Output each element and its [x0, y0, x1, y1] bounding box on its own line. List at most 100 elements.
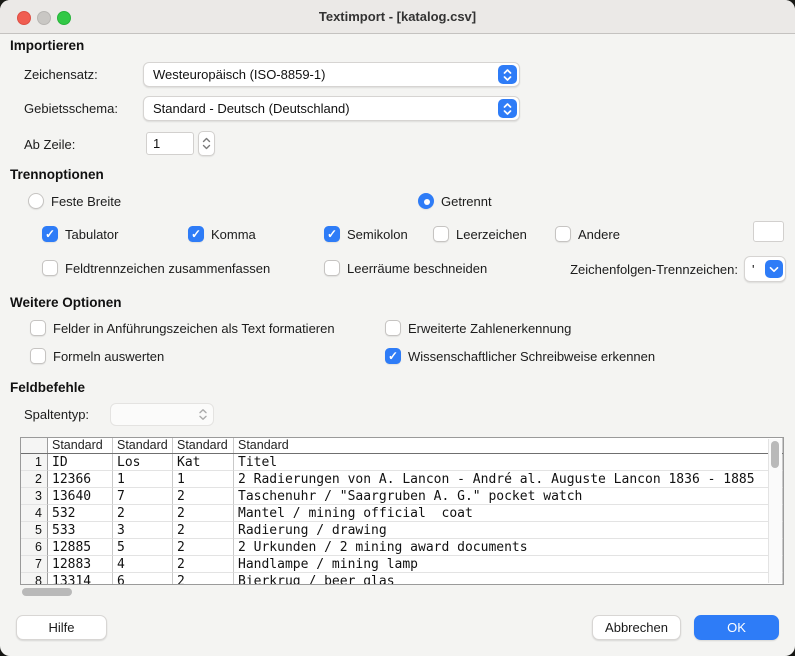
chevron-down-icon — [765, 260, 783, 278]
row-number: 6 — [21, 539, 48, 556]
help-button[interactable]: Hilfe — [16, 615, 107, 640]
chevron-down-icon — [202, 144, 211, 150]
checkbox-evaluate-formulas[interactable]: ✓ — [30, 348, 46, 364]
title-bar[interactable]: Textimport - [katalog.csv] — [0, 0, 795, 34]
table-cell: Bierkrug / beer glas — [234, 573, 783, 585]
checkmark-icon: ✓ — [388, 350, 398, 362]
desktop-backdrop: Textimport - [katalog.csv] Importieren Z… — [0, 0, 795, 656]
table-cell: Handlampe / mining lamp — [234, 556, 783, 573]
checkbox-trim-spaces[interactable]: ✓ — [324, 260, 340, 276]
table-cell: 7 — [113, 488, 173, 505]
table-cell: 2 — [173, 556, 234, 573]
section-other-options-heading: Weitere Optionen — [10, 295, 122, 310]
checkbox-other[interactable]: ✓ — [555, 226, 571, 242]
table-corner-cell — [21, 438, 48, 453]
table-cell: Kat — [173, 454, 234, 471]
section-fields-heading: Feldbefehle — [10, 380, 85, 395]
charset-select[interactable]: Westeuropäisch (ISO-8859-1) — [143, 62, 520, 87]
radio-fixed-width-label: Feste Breite — [51, 194, 121, 209]
table-row: 31364072Taschenuhr / "Saargruben A. G." … — [21, 488, 783, 505]
checkmark-icon: ✓ — [45, 228, 55, 240]
locale-label: Gebietsschema: — [24, 101, 118, 116]
radio-separated-label: Getrennt — [441, 194, 492, 209]
other-delimiter-input[interactable] — [753, 221, 784, 242]
table-header-row: StandardStandardStandardStandard — [21, 438, 783, 454]
from-row-input[interactable]: 1 — [146, 132, 194, 155]
cancel-button[interactable]: Abbrechen — [592, 615, 681, 640]
checkbox-trim-spaces-label: Leerräume beschneiden — [347, 261, 487, 276]
row-number: 2 — [21, 471, 48, 488]
table-cell: Los — [113, 454, 173, 471]
chevron-up-down-icon — [498, 65, 517, 84]
table-cell: 12885 — [48, 539, 113, 556]
checkbox-semicolon-label: Semikolon — [347, 227, 408, 242]
locale-select[interactable]: Standard - Deutsch (Deutschland) — [143, 96, 520, 121]
row-number: 5 — [21, 522, 48, 539]
string-delimiter-value: ' — [752, 257, 754, 281]
window-title: Textimport - [katalog.csv] — [0, 0, 795, 33]
column-type-header[interactable]: Standard — [173, 438, 234, 453]
checkbox-evaluate-formulas-label: Formeln auswerten — [53, 349, 164, 364]
table-cell: 12366 — [48, 471, 113, 488]
table-cell: 4 — [113, 556, 173, 573]
checkbox-semicolon[interactable]: ✓ — [324, 226, 340, 242]
ok-button[interactable]: OK — [694, 615, 779, 640]
checkbox-space-label: Leerzeichen — [456, 227, 527, 242]
table-cell: 2 — [173, 573, 234, 585]
horizontal-scrollbar-thumb[interactable] — [22, 588, 72, 596]
checkbox-other-label: Andere — [578, 227, 620, 242]
table-cell: 2 Urkunden / 2 mining award documents — [234, 539, 783, 556]
charset-value: Westeuropäisch (ISO-8859-1) — [153, 63, 325, 86]
table-row: 612885522 Urkunden / 2 mining award docu… — [21, 539, 783, 556]
from-row-label: Ab Zeile: — [24, 137, 75, 152]
section-import-heading: Importieren — [10, 38, 84, 53]
radio-separated[interactable] — [418, 193, 434, 209]
table-cell: 2 — [113, 505, 173, 522]
checkbox-tab[interactable]: ✓ — [42, 226, 58, 242]
table-cell: 1 — [113, 471, 173, 488]
checkmark-icon: ✓ — [191, 228, 201, 240]
checkbox-scientific-notation-label: Wissenschaftlicher Schreibweise erkennen — [408, 349, 655, 364]
table-cell: Mantel / mining official coat — [234, 505, 783, 522]
table-cell: 2 — [173, 539, 234, 556]
checkbox-space[interactable]: ✓ — [433, 226, 449, 242]
checkbox-comma[interactable]: ✓ — [188, 226, 204, 242]
charset-label: Zeichensatz: — [24, 67, 98, 82]
table-cell: Radierung / drawing — [234, 522, 783, 539]
preview-table: StandardStandardStandardStandard 1IDLosK… — [20, 437, 784, 585]
column-type-header[interactable]: Standard — [113, 438, 173, 453]
radio-dot-icon — [424, 199, 430, 205]
from-row-stepper[interactable] — [198, 131, 215, 156]
string-delimiter-select[interactable]: ' — [744, 256, 786, 282]
row-number: 4 — [21, 505, 48, 522]
checkbox-scientific-notation[interactable]: ✓ — [385, 348, 401, 364]
table-cell: 2 Radierungen von A. Lancon - André al. … — [234, 471, 783, 488]
row-number: 8 — [21, 573, 48, 585]
column-type-header[interactable]: Standard — [48, 438, 113, 453]
vertical-scrollbar[interactable] — [768, 439, 782, 583]
column-type-label: Spaltentyp: — [24, 407, 89, 422]
preview-table-body: 1IDLosKatTitel212366112 Radierungen von … — [21, 454, 783, 585]
table-row: 212366112 Radierungen von A. Lancon - An… — [21, 471, 783, 488]
table-cell: 2 — [173, 488, 234, 505]
table-cell: Taschenuhr / "Saargruben A. G." pocket w… — [234, 488, 783, 505]
checkbox-detect-numbers[interactable]: ✓ — [385, 320, 401, 336]
textimport-dialog: Textimport - [katalog.csv] Importieren Z… — [0, 0, 795, 656]
column-type-select — [110, 403, 214, 426]
checkbox-quoted-as-text-label: Felder in Anführungszeichen als Text for… — [53, 321, 335, 336]
radio-fixed-width[interactable] — [28, 193, 44, 209]
table-row: 453222Mantel / mining official coat — [21, 505, 783, 522]
column-type-header[interactable]: Standard — [234, 438, 783, 453]
string-delimiter-label: Zeichenfolgen-Trennzeichen: — [548, 262, 738, 277]
checkbox-quoted-as-text[interactable]: ✓ — [30, 320, 46, 336]
table-cell: 3 — [113, 522, 173, 539]
table-row: 553332Radierung / drawing — [21, 522, 783, 539]
table-row: 71288342Handlampe / mining lamp — [21, 556, 783, 573]
vertical-scrollbar-thumb[interactable] — [771, 441, 779, 468]
checkbox-merge-delimiters[interactable]: ✓ — [42, 260, 58, 276]
preview-table-head: StandardStandardStandardStandard — [21, 438, 783, 454]
table-cell: 5 — [113, 539, 173, 556]
section-separator-heading: Trennoptionen — [10, 167, 104, 182]
locale-value: Standard - Deutsch (Deutschland) — [153, 97, 350, 120]
checkbox-merge-delimiters-label: Feldtrennzeichen zusammenfassen — [65, 261, 270, 276]
